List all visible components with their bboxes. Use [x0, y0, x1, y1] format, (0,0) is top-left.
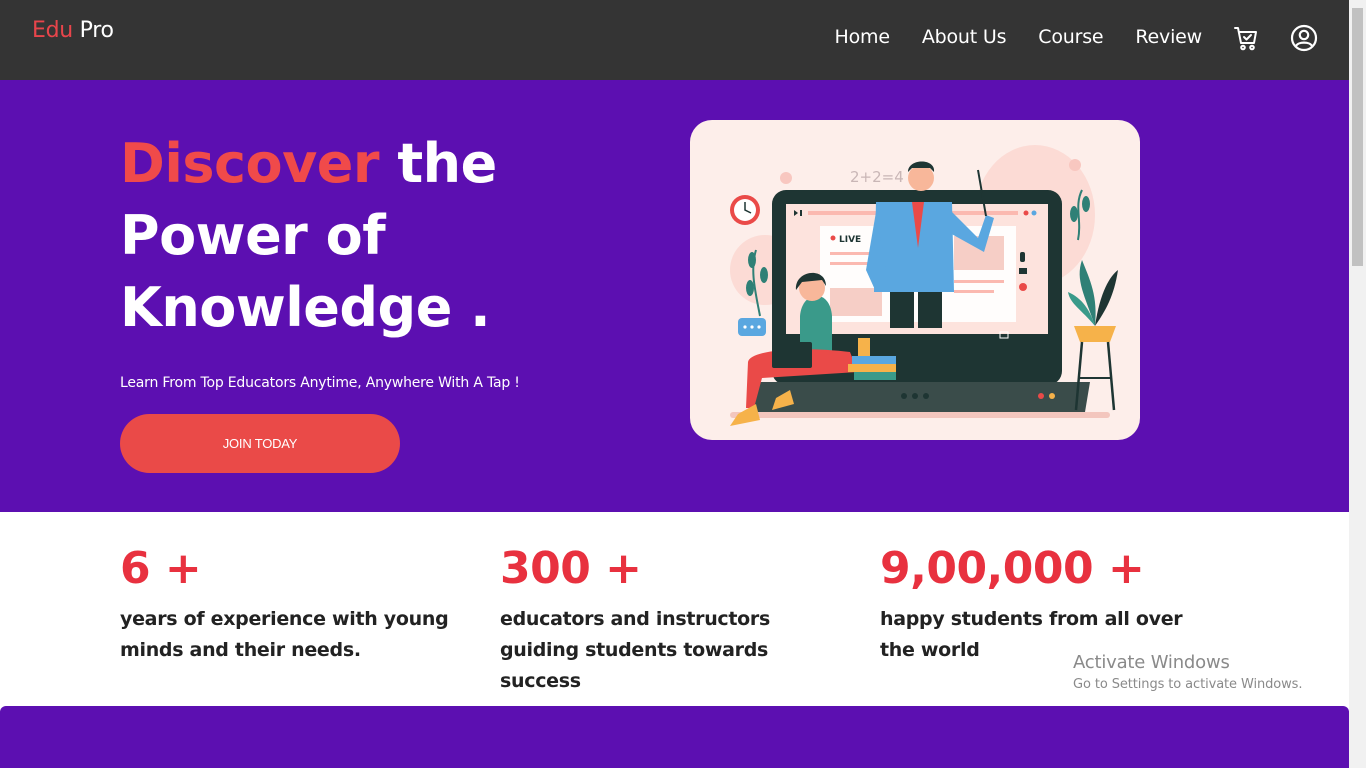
nav-link-review[interactable]: Review — [1135, 26, 1202, 48]
hero-subtitle: Learn From Top Educators Anytime, Anywhe… — [120, 375, 520, 391]
stat-number: 6 + — [120, 543, 202, 594]
stat-experience: 6 + years of experience with young minds… — [120, 542, 460, 666]
cart-icon[interactable] — [1232, 24, 1260, 52]
nav-link-about-us[interactable]: About Us — [922, 26, 1007, 48]
hero-section: Discover the Power of Knowledge . Learn … — [0, 80, 1349, 512]
hero-title: Discover the Power of Knowledge . — [120, 128, 640, 344]
live-badge: LIVE — [839, 235, 861, 245]
user-account-icon[interactable] — [1290, 24, 1318, 52]
stat-number: 300 + — [500, 543, 642, 594]
hero-illustration: 2+2=4 LIVE — [690, 120, 1140, 440]
watermark-title: Activate Windows — [1073, 652, 1230, 673]
logo-pro: Pro — [79, 18, 114, 43]
equation-text: 2+2=4 — [850, 168, 904, 186]
hero-title-line1-rest: the — [379, 132, 497, 195]
next-section — [0, 706, 1349, 768]
top-navbar: Edu Pro Home About Us Course Review — [0, 0, 1349, 80]
stat-students: 9,00,000 + happy students from all over … — [880, 542, 1220, 666]
logo[interactable]: Edu Pro — [32, 18, 114, 43]
nav-links: Home About Us Course Review — [803, 0, 1203, 74]
hero-title-line2: Power of — [120, 204, 386, 267]
stat-description: educators and instructors guiding studen… — [500, 608, 770, 692]
scrollbar-thumb[interactable] — [1352, 8, 1363, 266]
join-today-button[interactable]: JOIN TODAY — [120, 414, 400, 473]
stat-educators: 300 + educators and instructors guiding … — [500, 542, 840, 697]
stat-description: years of experience with young minds and… — [120, 608, 449, 661]
hero-title-line3: Knowledge . — [120, 276, 491, 339]
stat-number: 9,00,000 + — [880, 543, 1145, 594]
nav-link-course[interactable]: Course — [1038, 26, 1103, 48]
logo-edu: Edu — [32, 18, 73, 43]
hero-title-accent: Discover — [120, 132, 380, 195]
watermark-subtitle: Go to Settings to activate Windows. — [1073, 677, 1303, 692]
nav-link-home[interactable]: Home — [835, 26, 891, 48]
activate-windows-watermark: Activate Windows Go to Settings to activ… — [1073, 652, 1302, 692]
vertical-scrollbar[interactable] — [1349, 0, 1366, 768]
